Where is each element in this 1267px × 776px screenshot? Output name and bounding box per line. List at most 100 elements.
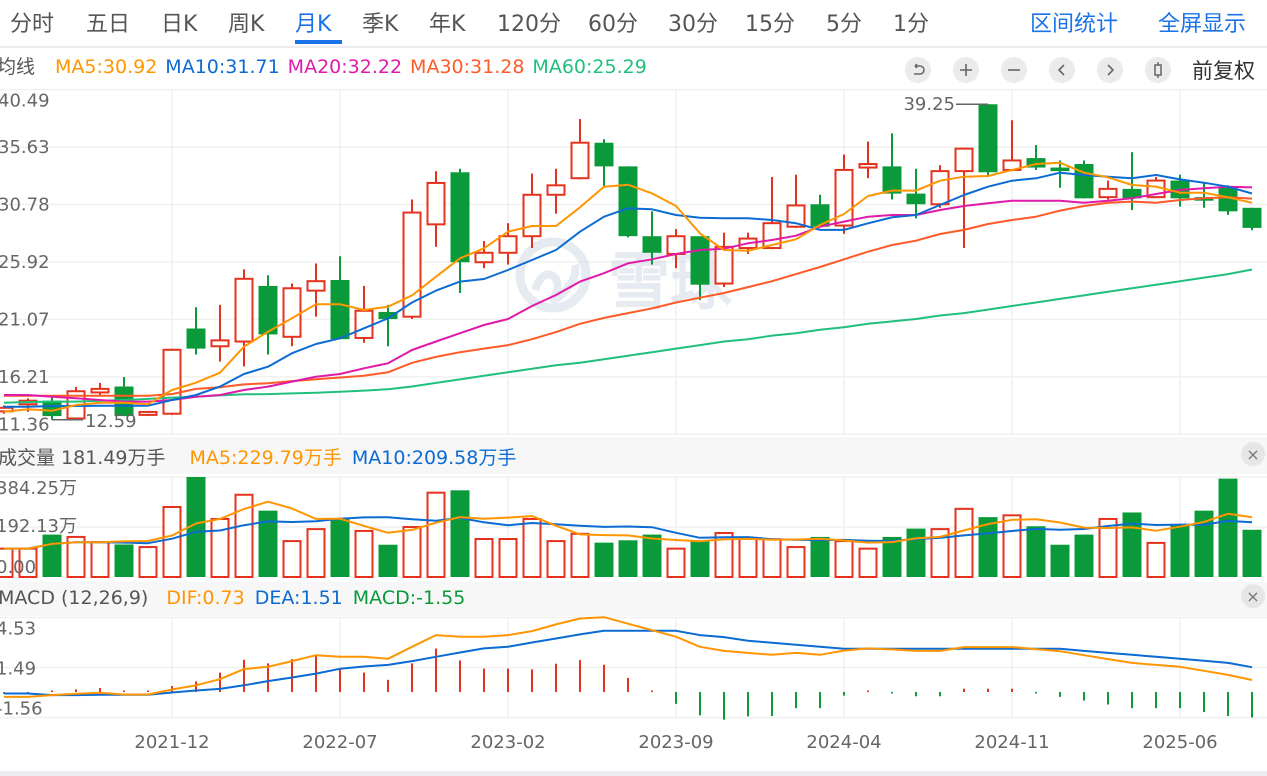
volume-bar <box>1026 526 1046 577</box>
volume-bar <box>618 540 638 577</box>
bottom-border <box>0 771 1267 776</box>
volume-bar <box>522 517 542 578</box>
candle-body <box>978 104 998 173</box>
candle-body <box>858 163 878 169</box>
volume-bar <box>354 529 374 578</box>
macd-axis-label: -1.56 <box>0 699 43 720</box>
volume-bar <box>282 540 302 578</box>
candle-body <box>90 387 110 394</box>
candle-body <box>306 280 326 292</box>
candle-body <box>690 236 710 285</box>
candle-body <box>714 245 734 285</box>
candle-body <box>618 166 638 237</box>
volume-bar <box>834 540 854 578</box>
candle-body <box>906 193 926 205</box>
volume-bar <box>42 534 62 577</box>
candle-body <box>930 170 950 206</box>
price-axis-label: 25.92 <box>0 252 50 273</box>
candle-body <box>1242 207 1262 228</box>
volume-bar <box>378 544 398 577</box>
candle-body <box>450 172 470 263</box>
candle-body <box>474 251 494 264</box>
candle-body <box>642 236 662 253</box>
candle-body <box>282 287 302 338</box>
volume-bar <box>642 534 662 577</box>
kline-chart[interactable]: 雪球 40.4935.6330.7825.9221.0716.2111.3638… <box>0 0 1267 776</box>
volume-bar <box>1050 544 1070 577</box>
volume-bar <box>1218 478 1238 577</box>
volume-axis-label: 0.00 <box>0 557 36 578</box>
date-axis-label: 2024-04 <box>806 732 881 753</box>
price-axis-label: 11.36 <box>0 414 50 435</box>
volume-bar <box>474 538 494 579</box>
volume-bar <box>162 505 182 579</box>
price-axis-label: 21.07 <box>0 309 50 330</box>
candle-body <box>522 193 542 238</box>
volume-bar <box>450 490 470 577</box>
volume-bar <box>210 517 230 578</box>
volume-bar <box>498 538 518 579</box>
candle-body <box>330 279 350 340</box>
volume-bar <box>90 541 110 579</box>
low-price-label: 12.59 <box>85 411 137 432</box>
volume-bar <box>1170 524 1190 577</box>
volume-bar <box>954 507 974 578</box>
volume-bar <box>810 536 830 577</box>
high-price-label: 39.25 <box>903 94 955 115</box>
candle-body <box>666 235 686 255</box>
volume-bar <box>594 542 614 577</box>
volume-bar <box>1122 512 1142 577</box>
candle-body <box>594 142 614 167</box>
date-axis-label: 2021-12 <box>134 732 209 753</box>
macd-axis-label: 4.53 <box>0 618 36 639</box>
price-axis-label: 35.63 <box>0 137 50 158</box>
price-axis-label: 40.49 <box>0 91 50 112</box>
candle-body <box>162 348 182 415</box>
volume-axis-label: 192.13万 <box>0 516 77 537</box>
volume-bar <box>786 546 806 579</box>
candle-body <box>954 147 974 173</box>
volume-bar <box>570 532 590 578</box>
date-axis-label: 2025-06 <box>1142 732 1217 753</box>
candle-body <box>210 339 230 348</box>
volume-bar <box>906 528 926 577</box>
candle-body <box>882 166 902 194</box>
candle-body <box>138 410 158 416</box>
volume-bar <box>690 540 710 577</box>
candle-body <box>546 184 566 196</box>
volume-bar <box>426 491 446 579</box>
volume-bar <box>738 536 758 578</box>
candle-body <box>426 181 446 226</box>
price-axis-label: 30.78 <box>0 194 50 215</box>
volume-bar <box>114 544 134 577</box>
price-axis-label: 16.21 <box>0 367 50 388</box>
volume-axis-label: 384.25万 <box>0 478 77 499</box>
volume-bar <box>306 528 326 578</box>
volume-bar <box>762 538 782 579</box>
volume-bar <box>546 540 566 578</box>
candle-body <box>810 204 830 227</box>
candle-body <box>498 235 518 254</box>
candle-body <box>1098 187 1118 199</box>
date-axis-label: 2023-09 <box>638 732 713 753</box>
volume-bar <box>138 546 158 579</box>
volume-bar <box>1074 534 1094 577</box>
candle-body <box>1050 167 1070 172</box>
volume-bar <box>1002 514 1022 579</box>
volume-bar <box>330 517 350 577</box>
date-axis-label: 2024-11 <box>974 732 1049 753</box>
candle-body <box>402 211 422 318</box>
candle-body <box>234 277 254 343</box>
macd-histogram <box>3 648 1253 720</box>
axis-labels: 40.49 35.63 30.78 25.92 21.07 16.21 11.36 384.2… <box>0 91 1218 753</box>
volume-bar <box>1242 529 1262 577</box>
volume-bar <box>858 547 878 579</box>
date-axis-label: 2023-02 <box>470 732 545 753</box>
candle-body <box>186 328 206 349</box>
volume-bar <box>1146 541 1166 578</box>
volume-bar <box>402 526 422 578</box>
candle-body <box>354 309 374 339</box>
candle-body <box>570 141 590 180</box>
macd-axis-label: 1.49 <box>0 658 36 679</box>
date-axis-label: 2022-07 <box>302 732 377 753</box>
